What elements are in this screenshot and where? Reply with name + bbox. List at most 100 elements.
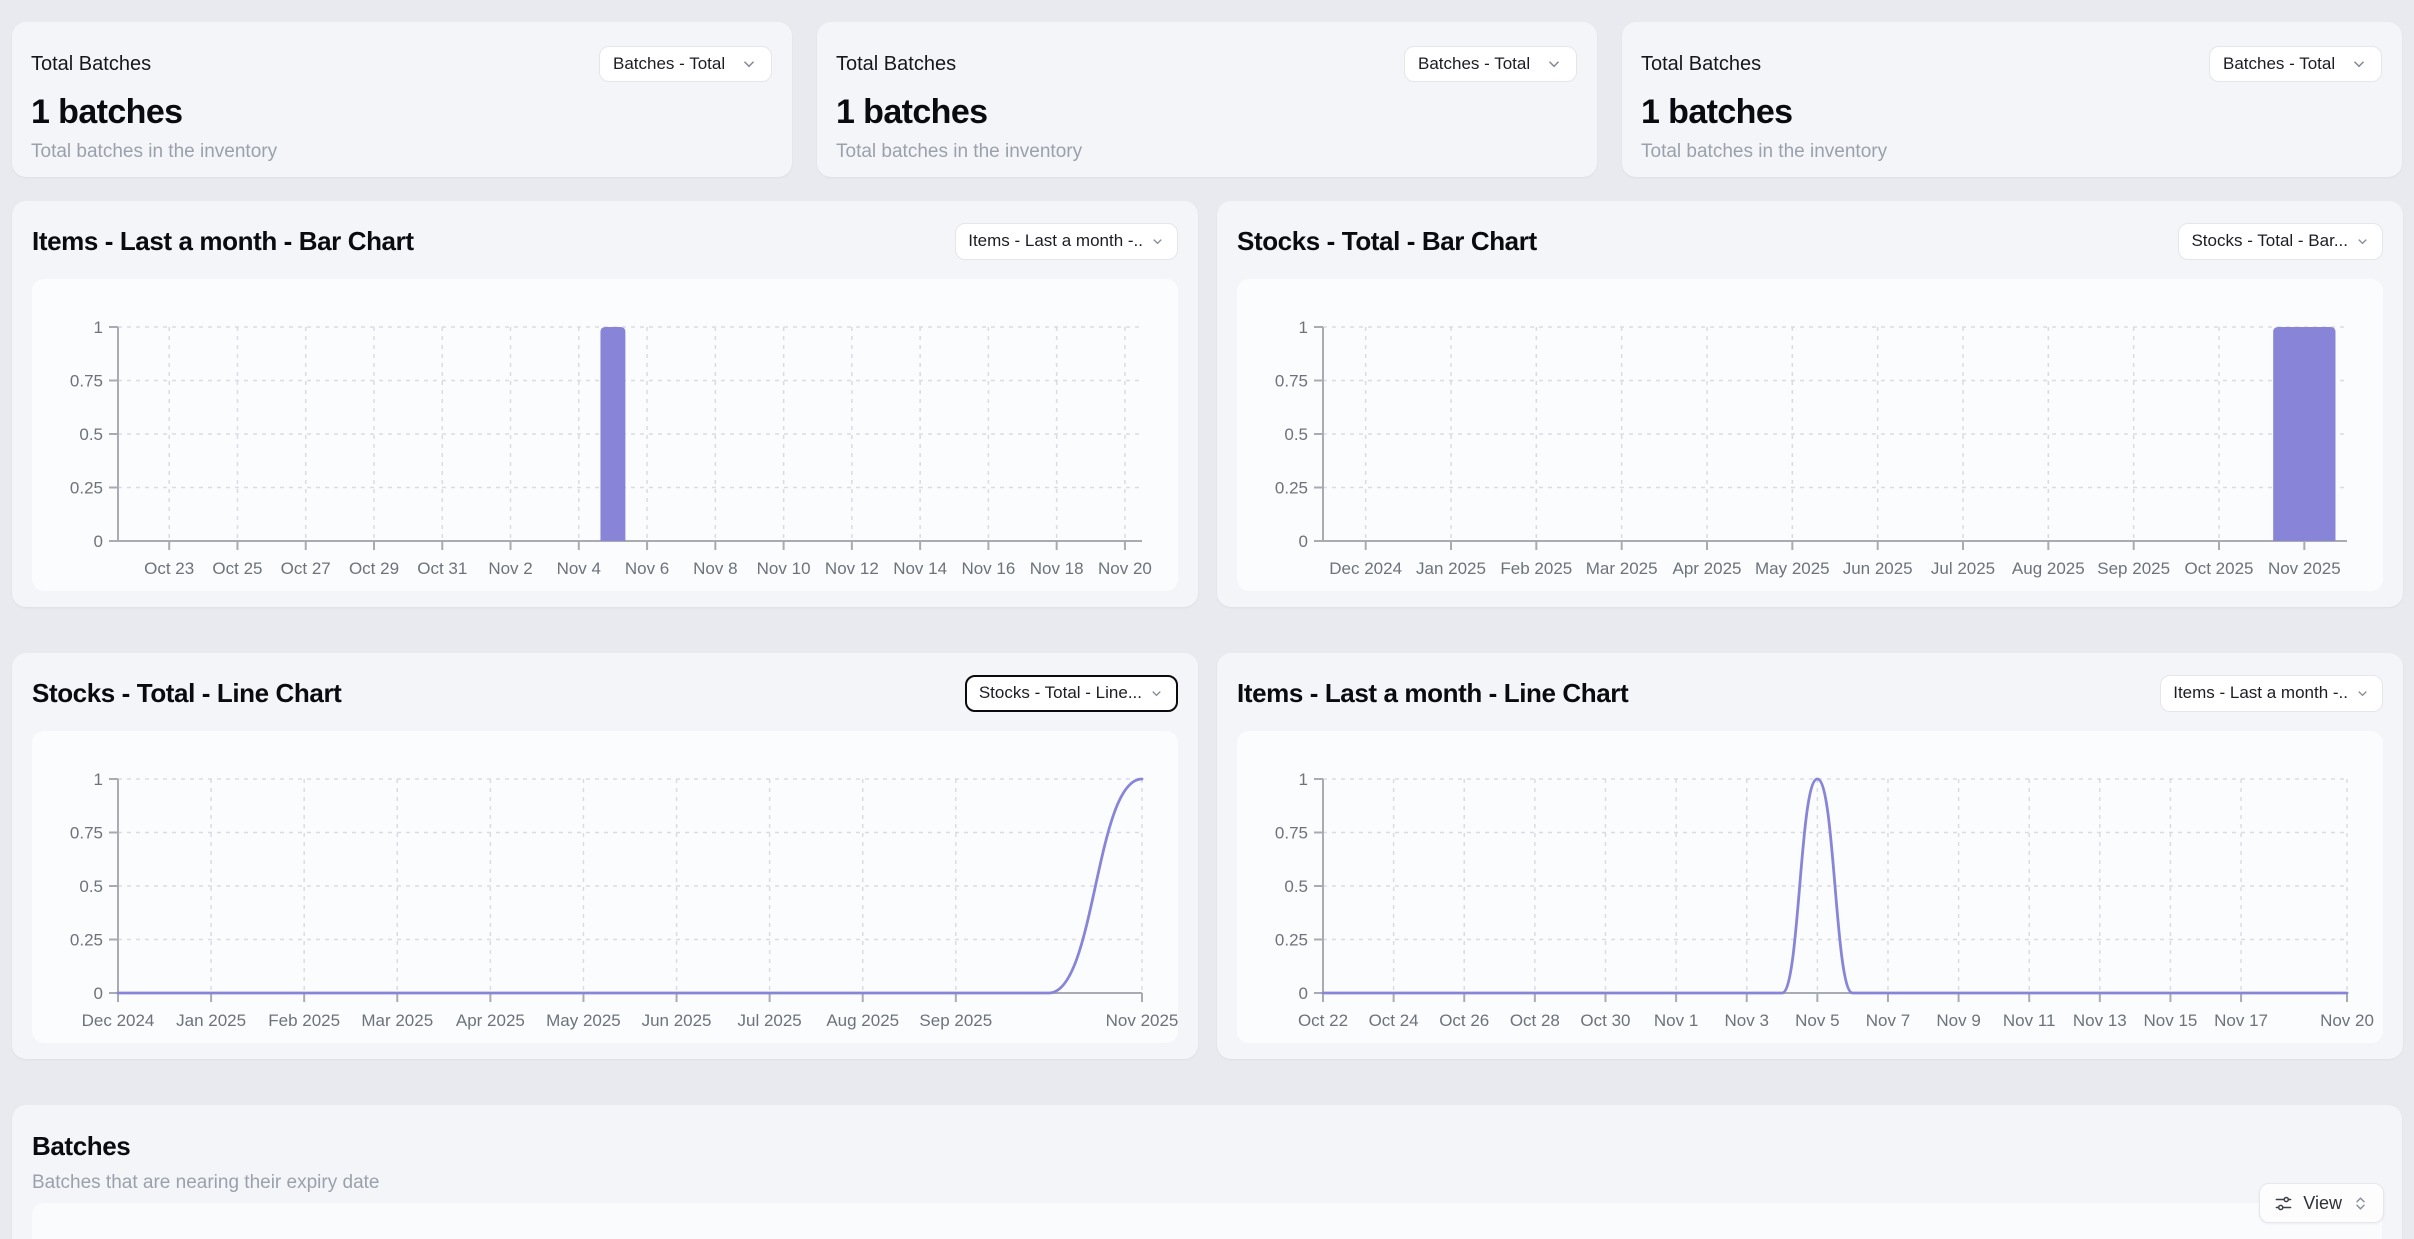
svg-text:Nov 3: Nov 3 (1725, 1011, 1769, 1030)
svg-text:Mar 2025: Mar 2025 (361, 1011, 433, 1030)
chart-title: Stocks - Total - Line Chart (32, 678, 341, 709)
stat-card-header: Total Batches Batches - Total (1641, 46, 2382, 82)
svg-text:Dec 2024: Dec 2024 (82, 1011, 155, 1030)
chart-card-header: Items - Last a month - Bar Chart Items -… (32, 217, 1178, 265)
stat-card-total-batches-2: Total Batches Batches - Total 1 batches … (817, 22, 1597, 177)
svg-text:Oct 29: Oct 29 (349, 559, 399, 578)
stat-card-total-batches-3: Total Batches Batches - Total 1 batches … (1622, 22, 2402, 177)
svg-text:0: 0 (94, 984, 103, 1003)
stat-metric-dropdown[interactable]: Batches - Total (599, 46, 772, 82)
chart-canvas[interactable]: 00.250.50.751Dec 2024Jan 2025Feb 2025Mar… (32, 731, 1178, 1043)
svg-text:Nov 2025: Nov 2025 (2268, 559, 2341, 578)
svg-text:Nov 6: Nov 6 (625, 559, 669, 578)
svg-text:Oct 24: Oct 24 (1369, 1011, 1419, 1030)
chart-card-header: Stocks - Total - Bar Chart Stocks - Tota… (1237, 217, 2383, 265)
chart-metric-dropdown[interactable]: Items - Last a month -.. (955, 223, 1178, 260)
svg-text:Jul 2025: Jul 2025 (737, 1011, 801, 1030)
chart-dropdown-label: Stocks - Total - Line... (979, 683, 1142, 703)
svg-text:0.25: 0.25 (1275, 931, 1308, 950)
batches-section: Batches Batches that are nearing their e… (12, 1105, 2402, 1239)
svg-text:Oct 2025: Oct 2025 (2185, 559, 2254, 578)
svg-text:Nov 20: Nov 20 (2320, 1011, 2374, 1030)
svg-text:Dec 2024: Dec 2024 (1329, 559, 1402, 578)
chart-canvas[interactable]: 00.250.50.751Oct 23Oct 25Oct 27Oct 29Oct… (32, 279, 1178, 591)
chart-card-stocks-line: Stocks - Total - Line Chart Stocks - Tot… (12, 653, 1198, 1059)
svg-text:Nov 2025: Nov 2025 (1106, 1011, 1178, 1030)
view-button[interactable]: View (2259, 1183, 2384, 1223)
svg-text:1: 1 (94, 318, 103, 337)
line-chart-svg: 00.250.50.751Dec 2024Jan 2025Feb 2025Mar… (32, 731, 1178, 1043)
svg-text:Oct 31: Oct 31 (417, 559, 467, 578)
chart-canvas[interactable]: 00.250.50.751Oct 22Oct 24Oct 26Oct 28Oct… (1237, 731, 2383, 1043)
svg-text:Nov 7: Nov 7 (1866, 1011, 1910, 1030)
line-chart-svg: 00.250.50.751Oct 22Oct 24Oct 26Oct 28Oct… (1237, 731, 2383, 1043)
svg-text:Jun 2025: Jun 2025 (1843, 559, 1913, 578)
stat-description: Total batches in the inventory (1641, 141, 2382, 163)
svg-text:Jul 2025: Jul 2025 (1931, 559, 1995, 578)
bar-chart-svg: 00.250.50.751Oct 23Oct 25Oct 27Oct 29Oct… (32, 279, 1178, 591)
svg-text:Oct 27: Oct 27 (281, 559, 331, 578)
chart-metric-dropdown[interactable]: Stocks - Total - Line... (965, 675, 1178, 712)
svg-text:Nov 1: Nov 1 (1654, 1011, 1698, 1030)
svg-text:Feb 2025: Feb 2025 (1500, 559, 1572, 578)
svg-text:Nov 13: Nov 13 (2073, 1011, 2127, 1030)
stat-dropdown-label: Batches - Total (2223, 54, 2335, 74)
svg-text:1: 1 (94, 770, 103, 789)
svg-text:Feb 2025: Feb 2025 (268, 1011, 340, 1030)
stat-description: Total batches in the inventory (31, 141, 772, 163)
svg-text:0.5: 0.5 (79, 877, 103, 896)
svg-text:Mar 2025: Mar 2025 (1586, 559, 1658, 578)
svg-text:Nov 11: Nov 11 (2003, 1011, 2056, 1030)
chart-canvas[interactable]: 00.250.50.751Dec 2024Jan 2025Feb 2025Mar… (1237, 279, 2383, 591)
stat-card-header: Total Batches Batches - Total (31, 46, 772, 82)
stat-description: Total batches in the inventory (836, 141, 1577, 163)
svg-text:Nov 18: Nov 18 (1030, 559, 1084, 578)
stat-label: Total Batches (836, 53, 956, 76)
svg-text:Oct 28: Oct 28 (1510, 1011, 1560, 1030)
chart-card-stocks-bar: Stocks - Total - Bar Chart Stocks - Tota… (1217, 201, 2403, 607)
svg-text:0.25: 0.25 (70, 931, 103, 950)
chevron-down-icon (1545, 55, 1563, 73)
stat-value: 1 batches (836, 93, 1577, 132)
stat-label: Total Batches (1641, 53, 1761, 76)
svg-text:Nov 12: Nov 12 (825, 559, 879, 578)
svg-text:Nov 8: Nov 8 (693, 559, 737, 578)
chart-card-items-bar: Items - Last a month - Bar Chart Items -… (12, 201, 1198, 607)
chevron-down-icon (2355, 686, 2370, 701)
chart-dropdown-label: Items - Last a month -.. (968, 231, 1143, 251)
svg-text:Nov 15: Nov 15 (2144, 1011, 2198, 1030)
svg-text:0.5: 0.5 (1284, 877, 1308, 896)
svg-text:Nov 9: Nov 9 (1936, 1011, 1980, 1030)
chart-title: Stocks - Total - Bar Chart (1237, 226, 1537, 257)
stat-metric-dropdown[interactable]: Batches - Total (1404, 46, 1577, 82)
svg-text:0.75: 0.75 (70, 824, 103, 843)
stat-label: Total Batches (31, 53, 151, 76)
svg-text:Nov 10: Nov 10 (757, 559, 811, 578)
chevron-down-icon (2355, 234, 2370, 249)
svg-text:Nov 14: Nov 14 (893, 559, 947, 578)
svg-text:Nov 20: Nov 20 (1098, 559, 1152, 578)
svg-text:Oct 25: Oct 25 (212, 559, 262, 578)
svg-text:0.5: 0.5 (79, 425, 103, 444)
svg-text:Apr 2025: Apr 2025 (1673, 559, 1742, 578)
svg-text:0: 0 (94, 532, 103, 551)
svg-text:0: 0 (1299, 532, 1308, 551)
chart-metric-dropdown[interactable]: Items - Last a month -.. (2160, 675, 2383, 712)
stat-card-header: Total Batches Batches - Total (836, 46, 1577, 82)
svg-text:Nov 5: Nov 5 (1795, 1011, 1839, 1030)
chart-dropdown-label: Items - Last a month -.. (2173, 683, 2348, 703)
chevron-down-icon (740, 55, 758, 73)
svg-text:0.75: 0.75 (70, 372, 103, 391)
batches-table-panel (32, 1203, 2382, 1239)
charts-row-1: Items - Last a month - Bar Chart Items -… (12, 201, 2402, 607)
svg-text:Jun 2025: Jun 2025 (642, 1011, 712, 1030)
svg-text:0.75: 0.75 (1275, 372, 1308, 391)
svg-text:Nov 16: Nov 16 (961, 559, 1015, 578)
chart-metric-dropdown[interactable]: Stocks - Total - Bar... (2178, 223, 2383, 260)
chart-card-header: Items - Last a month - Line Chart Items … (1237, 669, 2383, 717)
svg-text:1: 1 (1299, 770, 1308, 789)
svg-text:Aug 2025: Aug 2025 (826, 1011, 899, 1030)
stat-metric-dropdown[interactable]: Batches - Total (2209, 46, 2382, 82)
svg-text:0.5: 0.5 (1284, 425, 1308, 444)
chevron-down-icon (1150, 234, 1165, 249)
